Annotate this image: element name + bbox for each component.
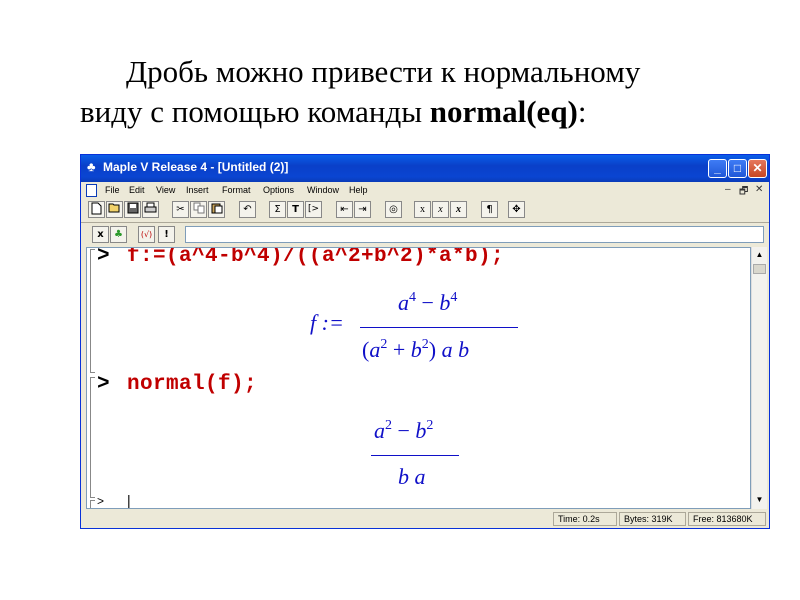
x-button[interactable]: x <box>92 226 109 243</box>
status-bytes: Bytes: 319K <box>619 512 686 526</box>
scroll-up-arrow-icon[interactable]: ▲ <box>752 247 767 263</box>
output-1-denominator: (a2 + b2) a b <box>362 337 469 363</box>
maple-window: ♣ Maple V Release 4 - [Untitled (2)] _ □… <box>80 154 770 529</box>
mdi-restore-button[interactable]: 🗗 <box>739 184 748 201</box>
cut-icon[interactable]: ✂ <box>172 201 189 218</box>
input-line-2[interactable]: normal(f); <box>127 373 257 396</box>
context-input[interactable] <box>185 226 764 243</box>
num1-b: b <box>439 290 451 315</box>
output-1-lhs: f := <box>310 310 344 336</box>
indent-icon[interactable]: ⇥ <box>354 201 371 218</box>
intro-line-2-text: виду с помощью команды <box>80 94 430 129</box>
print-icon[interactable] <box>142 201 159 218</box>
num2-a: a <box>374 418 385 443</box>
den1-plus: + <box>387 337 411 362</box>
undo-icon[interactable]: ↶ <box>239 201 256 218</box>
prompt-2: > <box>97 373 110 396</box>
new-icon[interactable] <box>88 201 105 218</box>
menu-window[interactable]: Window <box>307 185 339 195</box>
num1-a: a <box>398 290 409 315</box>
title-bar[interactable]: ♣ Maple V Release 4 - [Untitled (2)] _ □… <box>81 155 769 182</box>
den2-text: b a <box>398 464 426 489</box>
x-icon[interactable]: x <box>414 201 431 218</box>
open-icon[interactable] <box>106 201 123 218</box>
main-toolbar: ✂ ↶ Σ T [> ⇤ ⇥ ◎ x x x ¶ ✥ <box>81 200 769 222</box>
vertical-scrollbar[interactable]: ▲ ▼ <box>751 247 767 509</box>
scroll-thumb[interactable] <box>753 264 766 274</box>
document-icon[interactable] <box>86 184 97 197</box>
intro-line-1: Дробь можно привести к нормальному <box>80 52 760 92</box>
text-icon[interactable]: T <box>287 201 304 218</box>
menu-edit[interactable]: Edit <box>129 185 145 195</box>
output-2-fraction-bar <box>371 455 459 456</box>
intro-line-2: виду с помощью команды normal(eq): <box>80 92 760 132</box>
minimize-button[interactable]: _ <box>708 159 727 178</box>
num1-b-exp: 4 <box>450 290 458 305</box>
status-time: Time: 0.2s <box>553 512 617 526</box>
den1-close: ) <box>428 337 437 362</box>
menu-view[interactable]: View <box>156 185 175 195</box>
intro-line-1-text: Дробь можно привести к нормальному <box>126 54 641 89</box>
input-line-1[interactable]: f:=(a^4-b^4)/((a^2+b^2)*a*b); <box>127 248 504 268</box>
scroll-down-arrow-icon[interactable]: ▼ <box>752 492 767 508</box>
output-2-denominator: b a <box>398 464 426 490</box>
den1-b-exp: 2 <box>421 337 429 352</box>
prompt-3: > <box>97 494 105 508</box>
menu-format[interactable]: Format <box>222 185 251 195</box>
den1-a: a <box>369 337 381 362</box>
menu-file[interactable]: File <box>105 185 120 195</box>
num2-minus: − <box>392 418 416 443</box>
sigma-icon[interactable]: Σ <box>269 201 286 218</box>
output-1-fraction-bar <box>360 327 518 328</box>
text-cursor: | <box>127 492 131 508</box>
status-bar: Time: 0.2s Bytes: 319K Free: 813680K <box>81 510 769 528</box>
den1-tail: a b <box>436 337 470 362</box>
execution-group-bracket-3[interactable] <box>90 500 95 508</box>
x-italic-icon[interactable]: x <box>432 201 449 218</box>
save-icon[interactable] <box>124 201 141 218</box>
prompt-icon[interactable]: [> <box>305 201 322 218</box>
num1-minus: − <box>416 290 440 315</box>
output-1-lhs-text: f := <box>310 310 344 335</box>
den1-b: b <box>410 337 422 362</box>
execution-group-bracket-1[interactable] <box>90 249 95 373</box>
execution-group-bracket-2[interactable] <box>90 377 95 498</box>
num1-a-exp: 4 <box>409 290 416 305</box>
pilcrow-icon[interactable]: ¶ <box>481 201 498 218</box>
menu-insert[interactable]: Insert <box>186 185 209 195</box>
paste-icon[interactable] <box>208 201 225 218</box>
leaf-icon[interactable]: ♣ <box>110 226 127 243</box>
intro-text: Дробь можно привести к нормальному виду … <box>80 52 760 132</box>
intro-colon: : <box>577 94 587 129</box>
expand-icon[interactable]: ✥ <box>508 201 525 218</box>
close-button[interactable]: ✕ <box>748 159 767 178</box>
menu-help[interactable]: Help <box>349 185 368 195</box>
prompt-1: > <box>97 247 110 268</box>
maple-leaf-icon: ♣ <box>87 159 96 174</box>
output-1-numerator: a4 − b4 <box>398 290 457 316</box>
context-bar: x ♣ (√) ! <box>81 222 769 247</box>
mdi-minimize-button[interactable]: – <box>725 184 731 195</box>
num2-b-exp: 2 <box>426 418 434 433</box>
menu-options[interactable]: Options <box>263 185 294 195</box>
menu-bar: File Edit View Insert Format Options Win… <box>81 182 769 200</box>
x-bold-icon[interactable]: x <box>450 201 467 218</box>
window-title: Maple V Release 4 - [Untitled (2)] <box>103 160 289 174</box>
num2-b: b <box>415 418 427 443</box>
status-free: Free: 813680K <box>688 512 766 526</box>
sqrt-paren-button[interactable]: (√) <box>138 226 155 243</box>
worksheet[interactable]: > f:=(a^4-b^4)/((a^2+b^2)*a*b); f := a4 … <box>86 247 751 509</box>
maximize-button[interactable]: □ <box>728 159 747 178</box>
execute-button[interactable]: ! <box>158 226 175 243</box>
num2-a-exp: 2 <box>385 418 392 433</box>
output-2-numerator: a2 − b2 <box>374 418 433 444</box>
intro-command: normal(eq) <box>429 94 578 129</box>
stop-icon[interactable]: ◎ <box>385 201 402 218</box>
mdi-close-button[interactable]: ✕ <box>755 184 763 195</box>
copy-icon[interactable] <box>190 201 207 218</box>
outdent-icon[interactable]: ⇤ <box>336 201 353 218</box>
